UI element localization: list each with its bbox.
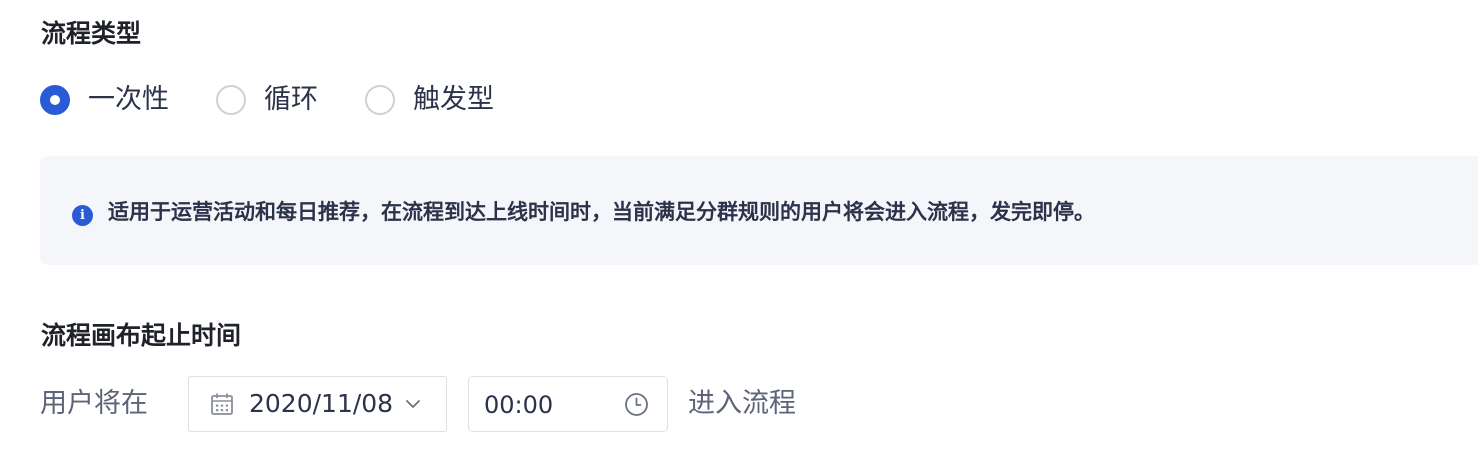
radio-unchecked-icon[interactable]: [365, 85, 395, 115]
start-time-value: 00:00: [484, 391, 554, 419]
calendar-icon: [211, 393, 233, 415]
start-date-value: 2020/11/08: [249, 389, 394, 418]
radio-option-loop[interactable]: 循环: [216, 82, 318, 118]
radio-unchecked-icon[interactable]: [216, 85, 246, 115]
start-prefix-label: 用户将在: [40, 388, 148, 419]
start-date-picker[interactable]: 2020/11/08: [188, 376, 447, 432]
radio-option-trigger[interactable]: 触发型: [365, 82, 494, 118]
flow-type-title: 流程类型: [41, 19, 142, 48]
start-time-picker[interactable]: 00:00: [468, 376, 668, 432]
info-icon: i: [72, 205, 93, 226]
canvas-range-title: 流程画布起止时间: [41, 321, 242, 350]
radio-checked-icon[interactable]: [40, 85, 70, 115]
flow-settings-panel: 流程类型 一次性 循环 触发型 i 适用于运营活动和每日推荐，在流程到达上线时间…: [0, 0, 1478, 476]
radio-option-one-time[interactable]: 一次性: [40, 82, 169, 118]
flow-type-radio-group: 一次性 循环 触发型: [40, 82, 541, 118]
flow-type-description: 适用于运营活动和每日推荐，在流程到达上线时间时，当前满足分群规则的用户将会进入流…: [108, 200, 1095, 224]
radio-label-trigger: 触发型: [413, 84, 494, 115]
canvas-start-row: 用户将在 2020/11/08 00:00 进入流程: [40, 376, 1440, 432]
clock-icon: [625, 393, 648, 416]
radio-label-loop: 循环: [264, 84, 318, 115]
radio-label-one-time: 一次性: [88, 84, 169, 115]
chevron-down-icon: [406, 400, 420, 408]
flow-type-info-box: i 适用于运营活动和每日推荐，在流程到达上线时间时，当前满足分群规则的用户将会进…: [40, 156, 1478, 265]
start-suffix-label: 进入流程: [688, 388, 796, 419]
